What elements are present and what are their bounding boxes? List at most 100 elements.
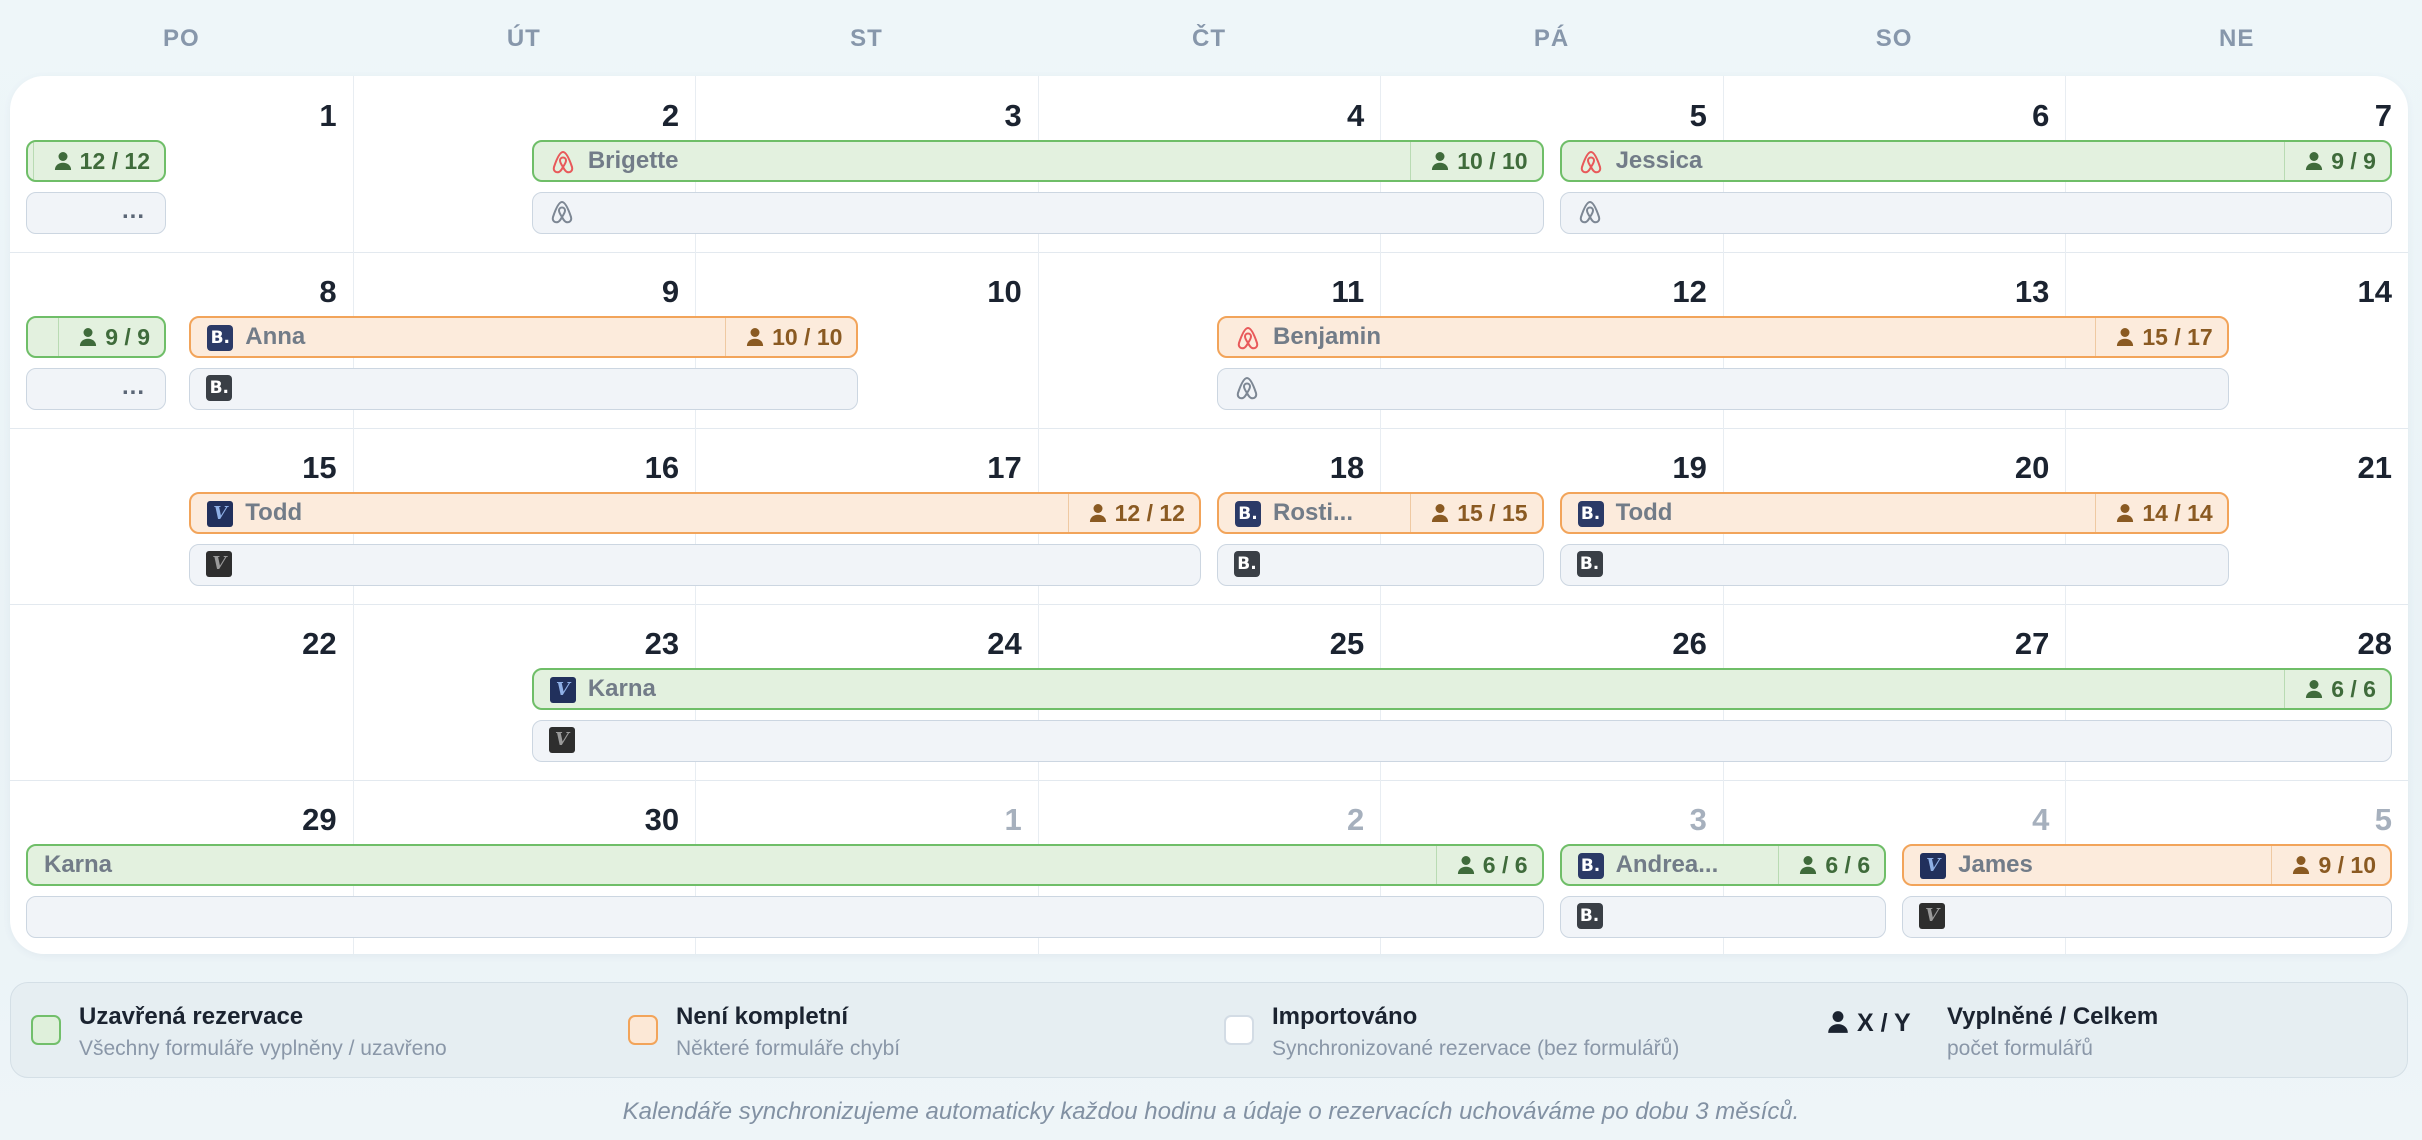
legend-count-title: Vyplněné / Celkem <box>1947 1003 2159 1030</box>
weekday-4: ČT <box>1191 25 1226 52</box>
day-number: 6 <box>2032 98 2050 133</box>
person-icon <box>746 328 764 346</box>
legend: Uzavřená rezervace Všechny formuláře vyp… <box>10 982 2408 1078</box>
booking-bar[interactable]: 12 / 12 <box>26 140 166 182</box>
legend-incomplete-title: Není kompletní <box>676 1003 849 1030</box>
guest-name: Todd <box>1615 499 1673 526</box>
booking-bar[interactable]: 9 / 9 <box>26 316 166 358</box>
airbnb-icon <box>1579 201 1600 224</box>
day-cell[interactable]: 22 <box>10 604 354 781</box>
imported-bar[interactable] <box>1559 192 2392 234</box>
booking-icon: B. <box>1234 501 1261 527</box>
imported-bar[interactable]: B. <box>1559 896 1887 938</box>
booking-bar[interactable]: Jessica 9 / 9 <box>1559 140 2392 182</box>
form-count-value: 9 / 10 <box>2318 852 2376 878</box>
form-count-value: 10 / 10 <box>772 324 843 350</box>
day-number: 14 <box>2357 274 2392 309</box>
day-number: 30 <box>644 802 680 837</box>
form-count-value: 6 / 6 <box>1482 852 1528 878</box>
booking-icon: B. <box>1576 903 1603 929</box>
form-count-value: 6 / 6 <box>1825 852 1871 878</box>
day-number: 27 <box>2014 626 2050 661</box>
person-icon <box>1089 504 1106 522</box>
person-icon <box>2293 856 2310 874</box>
day-number: 29 <box>302 802 337 837</box>
imported-bar[interactable]: B. <box>1559 544 2229 586</box>
form-count-value: 12 / 12 <box>1114 500 1185 526</box>
day-number: 15 <box>302 450 337 485</box>
weekday-7: NE <box>2219 25 2255 52</box>
airbnb-icon <box>1236 377 1258 400</box>
vrbo-icon: V <box>206 551 233 577</box>
booking-bar[interactable]: B. Rosti... 15 / 15 <box>1216 492 1544 534</box>
day-number: 26 <box>1672 626 1707 661</box>
day-number: 3 <box>1004 98 1022 133</box>
vrbo-icon: V <box>1920 853 1947 879</box>
imported-bar[interactable] <box>531 192 1544 234</box>
guest-name: Karna <box>587 675 656 702</box>
guest-name: Jessica <box>1615 147 1703 174</box>
imported-bar[interactable]: ... <box>26 192 166 234</box>
day-number: 23 <box>644 626 680 661</box>
booking-bar[interactable]: V James 9 / 10 <box>1902 844 2392 886</box>
booking-icon: B. <box>206 375 233 401</box>
person-icon <box>2117 504 2134 522</box>
booking-bar[interactable]: Karna 6 / 6 <box>26 844 1544 886</box>
legend-closed-title: Uzavřená rezervace <box>79 1003 304 1030</box>
booking-icon: B. <box>1577 501 1604 527</box>
imported-bar[interactable]: B. <box>189 368 859 410</box>
vrbo-icon: V <box>207 501 234 527</box>
booking-bar[interactable]: Benjamin 15 / 17 <box>1216 316 2229 358</box>
form-count: 6 / 6 <box>2284 670 2390 708</box>
imported-bar[interactable]: V <box>189 544 1201 586</box>
closed-swatch <box>31 1015 61 1045</box>
person-icon <box>1457 856 1474 874</box>
day-number: 19 <box>1672 450 1707 485</box>
weekday-header: PO ÚT ST ČT PÁ SO NE <box>0 0 2422 76</box>
incomplete-swatch <box>628 1015 658 1045</box>
day-number: 10 <box>987 274 1022 309</box>
booking-bar[interactable]: V Karna 6 / 6 <box>531 668 2392 710</box>
form-count: 15 / 15 <box>1410 494 1541 532</box>
form-count: 15 / 17 <box>2095 318 2226 356</box>
booking-icon: B. <box>1577 853 1604 879</box>
day-number: 17 <box>987 450 1022 485</box>
guest-name: Brigette <box>587 147 679 174</box>
guest-name: Anna <box>245 323 306 350</box>
vrbo-icon: V <box>1919 903 1946 929</box>
imported-bar[interactable]: V <box>531 720 2392 762</box>
person-icon <box>2306 152 2323 170</box>
form-count-value: 14 / 14 <box>2142 500 2213 526</box>
person-icon <box>80 328 97 346</box>
imported-bar[interactable]: B. <box>1216 544 1544 586</box>
booking-bar[interactable]: Brigette 10 / 10 <box>531 140 1544 182</box>
booking-bar[interactable]: B. Anna 10 / 10 <box>189 316 859 358</box>
vrbo-icon: V <box>549 677 576 703</box>
day-number: 5 <box>1689 98 1707 133</box>
day-number: 7 <box>2374 98 2392 133</box>
person-icon <box>1432 504 1449 522</box>
imported-bar[interactable] <box>1216 368 2229 410</box>
imported-bar[interactable]: ... <box>26 368 166 410</box>
calendar-grid: 1 2 3 4 5 6 7 12 / 12... Brigette 10 / 10 Jessica 9… <box>10 76 2408 954</box>
imported-bar[interactable]: V <box>1902 896 2392 938</box>
day-number: 3 <box>1689 802 1707 837</box>
airbnb-icon <box>1580 151 1601 174</box>
form-count-value: 9 / 9 <box>2331 148 2376 174</box>
booking-bar[interactable]: V Todd 12 / 12 <box>189 492 1201 534</box>
person-icon <box>1432 152 1449 170</box>
booking-bar[interactable]: B. Andrea... 6 / 6 <box>1559 844 1887 886</box>
person-icon <box>2306 680 2323 698</box>
day-number: 1 <box>1004 802 1022 837</box>
day-number: 5 <box>2374 802 2392 837</box>
legend-imported-title: Importováno <box>1272 1003 1418 1030</box>
day-number: 20 <box>2014 450 2050 485</box>
imported-bar[interactable] <box>26 896 1544 938</box>
person-icon <box>1800 856 1817 874</box>
booking-bar[interactable]: B. Todd 14 / 14 <box>1559 492 2229 534</box>
guest-name: Andrea... <box>1615 851 1719 878</box>
more-indicator: ... <box>121 373 145 400</box>
form-count-value: 15 / 17 <box>2142 324 2213 350</box>
guest-name: Karna <box>44 851 113 878</box>
legend-xy-label: X / Y <box>1857 1009 1911 1037</box>
